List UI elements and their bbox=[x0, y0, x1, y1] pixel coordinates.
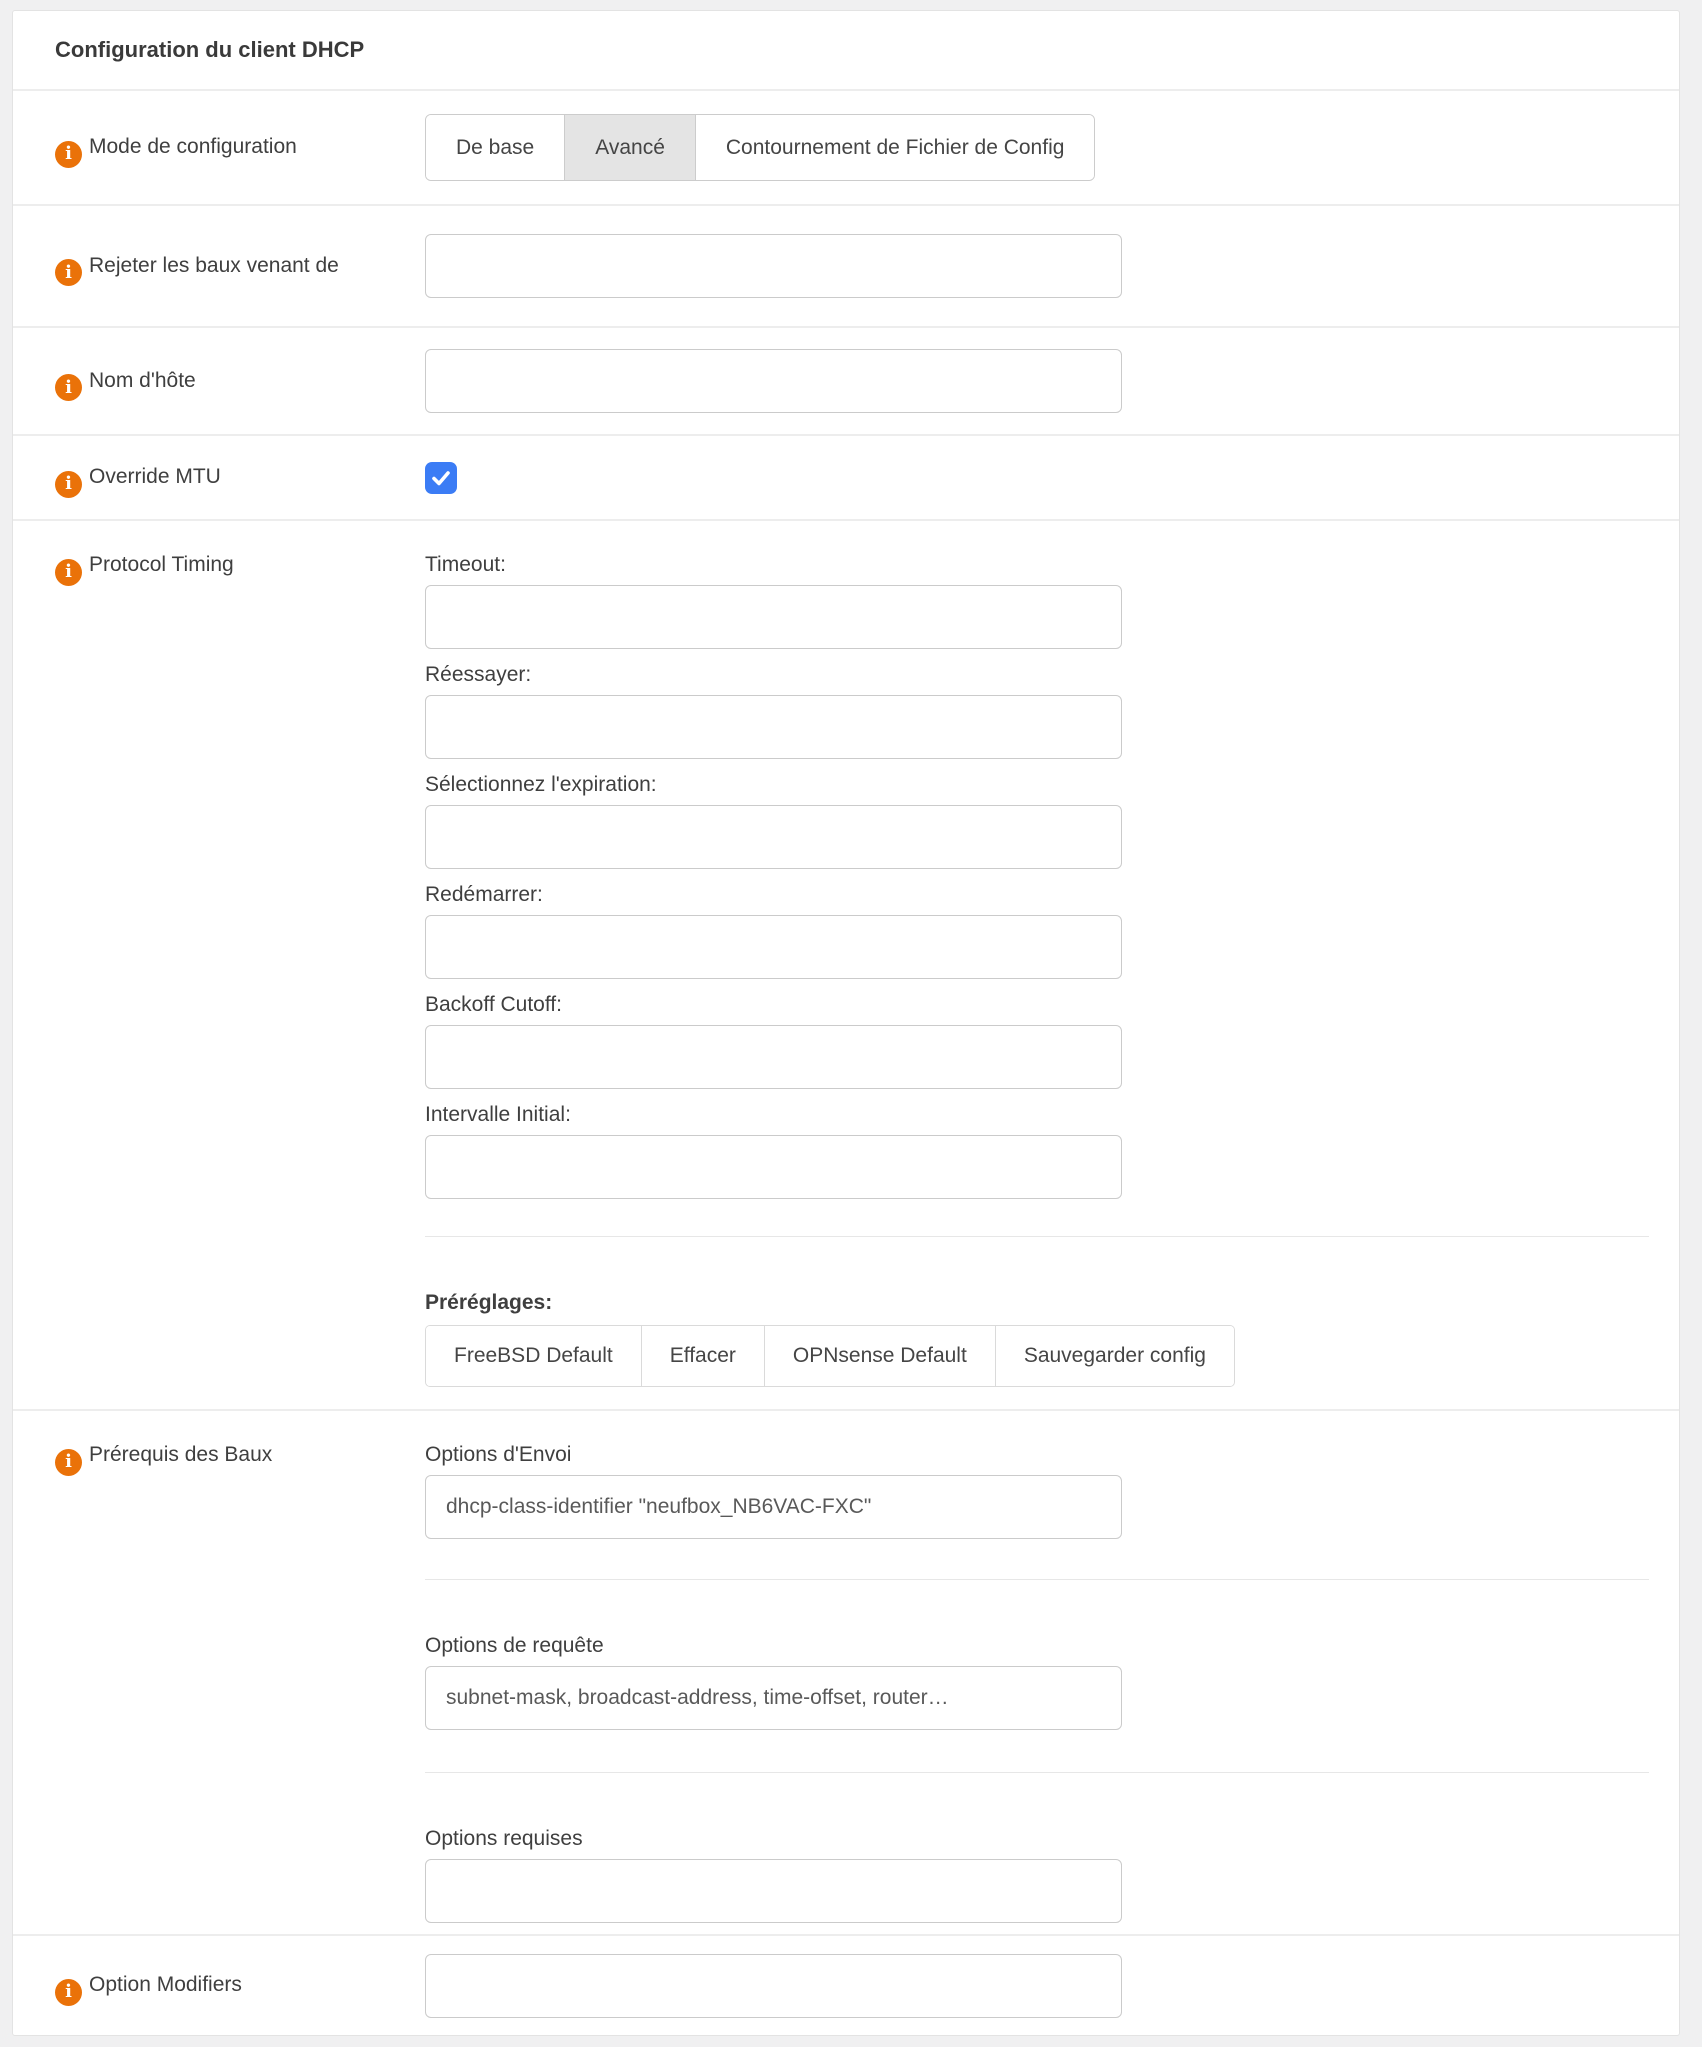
row-reject-leases: i Rejeter les baux venant de bbox=[13, 204, 1679, 326]
row-hostname: i Nom d'hôte bbox=[13, 326, 1679, 434]
timeout-label: Timeout: bbox=[425, 545, 1649, 585]
timing-field-reboot: Redémarrer: bbox=[425, 875, 1649, 979]
option-modifiers-label: Option Modifiers bbox=[89, 1973, 242, 1996]
row-protocol-timing: i Protocol Timing Timeout: Réessayer: Sél… bbox=[13, 519, 1679, 1409]
configuration-mode-label: Mode de configuration bbox=[89, 135, 297, 158]
preset-freebsd-default-button[interactable]: FreeBSD Default bbox=[426, 1326, 642, 1386]
configuration-mode-button-group: De base Avancé Contournement de Fichier … bbox=[425, 114, 1095, 181]
row-override-mtu: i Override MTU bbox=[13, 434, 1679, 519]
initial-interval-label: Intervalle Initial: bbox=[425, 1095, 1649, 1135]
lease-requirements-label-cell: i Prérequis des Baux bbox=[13, 1411, 425, 1476]
option-modifiers-field bbox=[425, 1954, 1679, 2018]
override-mtu-label: Override MTU bbox=[89, 465, 221, 488]
hostname-input[interactable] bbox=[425, 349, 1122, 413]
reject-leases-field bbox=[425, 234, 1679, 298]
option-modifiers-label-cell: i Option Modifiers bbox=[13, 1965, 425, 2006]
initial-interval-input[interactable] bbox=[425, 1135, 1122, 1199]
divider bbox=[425, 1236, 1649, 1237]
mode-advanced-button[interactable]: Avancé bbox=[565, 115, 696, 180]
protocol-timing-label: Protocol Timing bbox=[89, 553, 234, 576]
protocol-timing-field: Timeout: Réessayer: Sélectionnez l'expir… bbox=[425, 521, 1679, 1387]
send-options-input[interactable] bbox=[425, 1475, 1122, 1539]
info-icon: i bbox=[55, 259, 82, 286]
lease-requirements-label: Prérequis des Baux bbox=[89, 1443, 272, 1466]
hostname-label-cell: i Nom d'hôte bbox=[13, 361, 425, 402]
override-mtu-field bbox=[425, 462, 1679, 494]
timing-field-backoff-cutoff: Backoff Cutoff: bbox=[425, 985, 1649, 1089]
presets-label: Préréglages: bbox=[425, 1283, 1649, 1323]
timing-field-initial-interval: Intervalle Initial: bbox=[425, 1095, 1649, 1199]
row-option-modifiers: i Option Modifiers bbox=[13, 1934, 1679, 2035]
option-modifiers-input[interactable] bbox=[425, 1954, 1122, 2018]
divider bbox=[425, 1772, 1649, 1773]
backoff-cutoff-label: Backoff Cutoff: bbox=[425, 985, 1649, 1025]
check-icon bbox=[430, 467, 452, 489]
send-options-label: Options d'Envoi bbox=[425, 1435, 1649, 1475]
info-icon: i bbox=[55, 1979, 82, 2006]
select-timeout-label: Sélectionnez l'expiration: bbox=[425, 765, 1649, 805]
mode-basic-button[interactable]: De base bbox=[426, 115, 565, 180]
lease-requirements-field: Options d'Envoi Options de requête Optio… bbox=[425, 1411, 1679, 1923]
preset-clear-button[interactable]: Effacer bbox=[642, 1326, 765, 1386]
mode-config-override-button[interactable]: Contournement de Fichier de Config bbox=[696, 115, 1095, 180]
preset-save-config-button[interactable]: Sauvegarder config bbox=[996, 1326, 1234, 1386]
backoff-cutoff-input[interactable] bbox=[425, 1025, 1122, 1089]
retry-label: Réessayer: bbox=[425, 655, 1649, 695]
divider bbox=[425, 1579, 1649, 1580]
configuration-mode-field: De base Avancé Contournement de Fichier … bbox=[425, 114, 1679, 181]
info-icon: i bbox=[55, 559, 82, 586]
dhcp-config-panel: Configuration du client DHCP i Mode de co… bbox=[12, 10, 1680, 2036]
panel-title: Configuration du client DHCP bbox=[13, 11, 1679, 89]
reject-leases-label: Rejeter les baux venant de bbox=[89, 254, 339, 277]
reboot-input[interactable] bbox=[425, 915, 1122, 979]
timing-field-retry: Réessayer: bbox=[425, 655, 1649, 759]
retry-input[interactable] bbox=[425, 695, 1122, 759]
require-options-label: Options requises bbox=[425, 1819, 1649, 1859]
preset-opnsense-default-button[interactable]: OPNsense Default bbox=[765, 1326, 996, 1386]
info-icon: i bbox=[55, 141, 82, 168]
info-icon: i bbox=[55, 374, 82, 401]
configuration-mode-label-cell: i Mode de configuration bbox=[13, 127, 425, 168]
override-mtu-label-cell: i Override MTU bbox=[13, 457, 425, 498]
row-configuration-mode: i Mode de configuration De base Avancé Co… bbox=[13, 89, 1679, 204]
timeout-input[interactable] bbox=[425, 585, 1122, 649]
hostname-label: Nom d'hôte bbox=[89, 369, 196, 392]
require-options-input[interactable] bbox=[425, 1859, 1122, 1923]
info-icon: i bbox=[55, 1449, 82, 1476]
reject-leases-input[interactable] bbox=[425, 234, 1122, 298]
request-options-input[interactable] bbox=[425, 1666, 1122, 1730]
hostname-field bbox=[425, 349, 1679, 413]
request-options-label: Options de requête bbox=[425, 1626, 1649, 1666]
info-icon: i bbox=[55, 471, 82, 498]
timing-field-timeout: Timeout: bbox=[425, 545, 1649, 649]
timing-field-select-timeout: Sélectionnez l'expiration: bbox=[425, 765, 1649, 869]
select-timeout-input[interactable] bbox=[425, 805, 1122, 869]
reboot-label: Redémarrer: bbox=[425, 875, 1649, 915]
override-mtu-checkbox[interactable] bbox=[425, 462, 457, 494]
presets-button-group: FreeBSD Default Effacer OPNsense Default… bbox=[425, 1325, 1235, 1387]
protocol-timing-label-cell: i Protocol Timing bbox=[13, 521, 425, 586]
row-lease-requirements: i Prérequis des Baux Options d'Envoi Opti… bbox=[13, 1409, 1679, 1934]
reject-leases-label-cell: i Rejeter les baux venant de bbox=[13, 246, 425, 287]
